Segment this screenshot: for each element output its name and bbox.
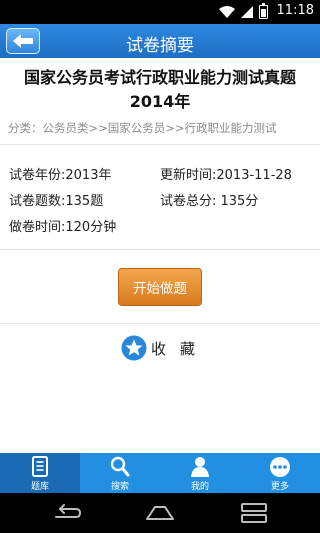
divider xyxy=(0,249,320,250)
more-icon xyxy=(270,457,290,477)
status-icons xyxy=(219,3,268,20)
paper-title: 国家公务员考试行政职业能力测试真题2014年 xyxy=(23,68,296,111)
update-time: 更新时间:2013-11-28 xyxy=(160,168,292,183)
nav-label: 搜索 xyxy=(110,482,129,492)
category-breadcrumb: 分类：公务员类>>国家公务员>>行政职业能力测试 xyxy=(8,121,277,135)
total-score: 试卷总分: 135分 xyxy=(160,194,259,209)
signal-icon xyxy=(241,6,253,18)
recent-apps-icon[interactable] xyxy=(240,502,268,524)
search-icon xyxy=(110,456,130,477)
start-exam-button[interactable]: 开始做题 xyxy=(118,268,202,306)
paper-year: 试卷年份:2013年 xyxy=(9,168,112,183)
divider xyxy=(0,144,320,145)
system-nav-bar xyxy=(0,493,320,533)
question-count: 试卷题数:135题 xyxy=(9,194,104,209)
nav-label: 更多 xyxy=(270,482,289,492)
nav-label: 题库 xyxy=(30,482,49,492)
user-icon xyxy=(191,457,209,477)
title-bar: 试卷摘要 xyxy=(0,24,320,58)
back-icon[interactable] xyxy=(50,503,82,523)
star-icon xyxy=(121,335,147,361)
favorite-button[interactable]: 收藏 xyxy=(121,334,209,362)
favorite-label: 收藏 xyxy=(151,339,210,358)
nav-item-question-bank[interactable]: 题库 xyxy=(0,453,80,493)
battery-icon xyxy=(259,3,268,19)
nav-item-more[interactable]: 更多 xyxy=(240,453,320,493)
status-time: 11:18 xyxy=(276,3,314,18)
exam-duration: 做卷时间:120分钟 xyxy=(9,220,117,235)
home-icon[interactable] xyxy=(144,503,176,523)
divider xyxy=(0,323,320,324)
status-bar: 11:18 xyxy=(0,0,320,24)
book-icon xyxy=(32,456,48,477)
nav-item-profile[interactable]: 我的 xyxy=(160,453,240,493)
nav-item-search[interactable]: 搜索 xyxy=(80,453,160,493)
wifi-icon xyxy=(219,6,235,18)
bottom-nav: 题库 搜索 我的 更多 xyxy=(0,453,320,493)
nav-label: 我的 xyxy=(190,482,209,492)
page-title: 试卷摘要 xyxy=(126,36,194,56)
